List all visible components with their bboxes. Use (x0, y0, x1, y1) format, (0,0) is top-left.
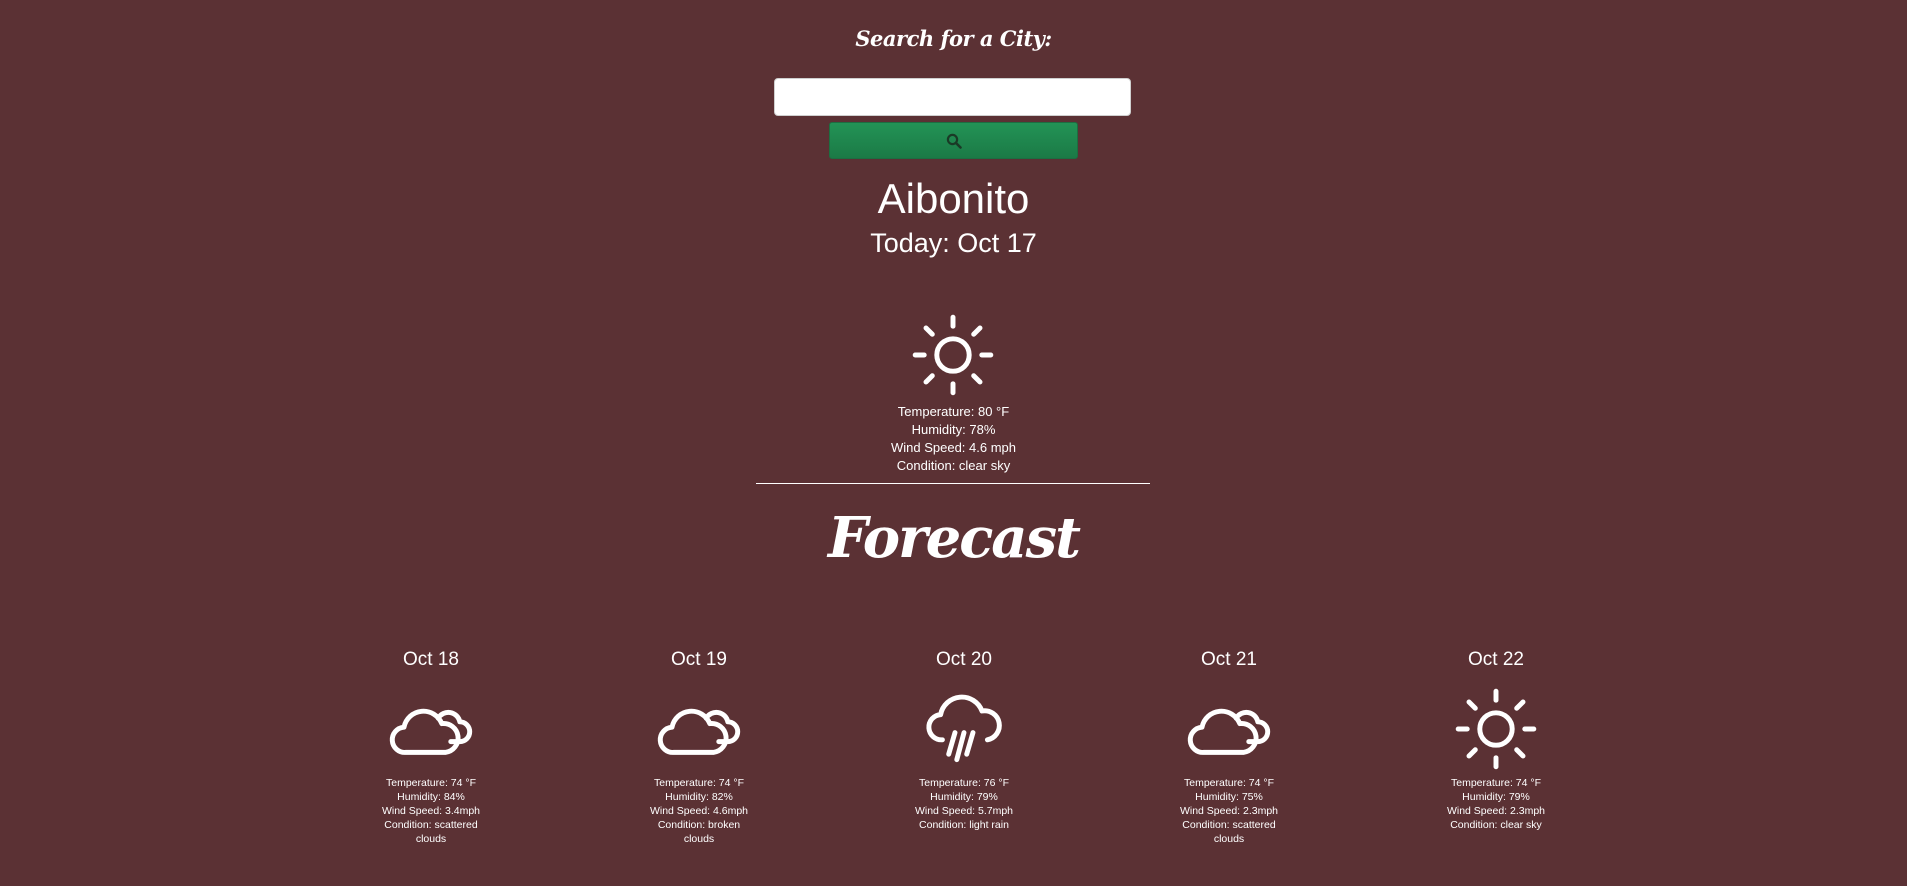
forecast-condition: Condition: broken clouds (657, 819, 741, 845)
forecast-wind-speed: Wind Speed: 2.3mph (1179, 805, 1279, 817)
search-input[interactable] (774, 78, 1131, 116)
current-condition: Condition: clear sky (896, 458, 1011, 473)
search-heading: Search for a City: (855, 26, 1052, 51)
forecast-humidity: Humidity: 82% (665, 791, 733, 803)
sun-icon (1455, 688, 1537, 770)
search-icon (946, 133, 962, 149)
forecast-condition: Condition: light rain (919, 819, 1009, 831)
current-weather-details: Temperature: 80 °F Humidity: 78% Wind Sp… (0, 403, 1907, 475)
current-temperature: Temperature: 80 °F (897, 404, 1010, 419)
forecast-condition: Condition: scattered clouds (384, 819, 478, 845)
forecast-wind-speed: Wind Speed: 4.6mph (649, 805, 749, 817)
forecast-humidity: Humidity: 84% (397, 791, 465, 803)
city-name: Aibonito (877, 175, 1030, 222)
forecast-card: Oct 20 Temperature: 76 °F Humidity: 79% … (914, 648, 1014, 832)
forecast-date: Oct 19 (671, 649, 727, 670)
forecast-condition: Condition: scattered clouds (1182, 819, 1276, 845)
cloud-icon (389, 708, 473, 755)
forecast-temperature: Temperature: 74 °F (386, 777, 476, 789)
current-humidity: Humidity: 78% (911, 422, 996, 437)
forecast-heading: Forecast (828, 505, 1081, 571)
forecast-temperature: Temperature: 74 °F (1184, 777, 1274, 789)
rain-icon (926, 694, 1002, 763)
forecast-date: Oct 21 (1201, 649, 1257, 670)
forecast-temperature: Temperature: 74 °F (1451, 777, 1541, 789)
forecast-humidity: Humidity: 79% (930, 791, 998, 803)
forecast-details: Temperature: 74 °F Humidity: 75% Wind Sp… (1179, 776, 1279, 846)
divider (756, 483, 1150, 484)
forecast-details: Temperature: 74 °F Humidity: 79% Wind Sp… (1446, 776, 1546, 832)
forecast-wind-speed: Wind Speed: 5.7mph (914, 805, 1014, 817)
forecast-humidity: Humidity: 79% (1462, 791, 1530, 803)
forecast-temperature: Temperature: 74 °F (654, 777, 744, 789)
forecast-card: Oct 21 Temperature: 74 °F Humidity: 75% … (1179, 648, 1279, 846)
forecast-details: Temperature: 74 °F Humidity: 84% Wind Sp… (381, 776, 481, 846)
forecast-condition: Condition: clear sky (1450, 819, 1542, 831)
forecast-details: Temperature: 76 °F Humidity: 79% Wind Sp… (914, 776, 1014, 832)
today-date: Today: Oct 17 (870, 228, 1037, 258)
forecast-date: Oct 18 (403, 649, 459, 670)
forecast-card: Oct 22 Temperature: 74 °F Humidity: 79% … (1446, 648, 1546, 832)
sun-icon (912, 314, 994, 396)
forecast-wind-speed: Wind Speed: 2.3mph (1446, 805, 1546, 817)
cloud-icon (1187, 708, 1271, 755)
search-button[interactable] (829, 122, 1078, 159)
forecast-temperature: Temperature: 76 °F (919, 777, 1009, 789)
forecast-wind-speed: Wind Speed: 3.4mph (381, 805, 481, 817)
cloud-icon (657, 708, 741, 755)
forecast-details: Temperature: 74 °F Humidity: 82% Wind Sp… (649, 776, 749, 846)
forecast-date: Oct 20 (936, 649, 992, 670)
forecast-card: Oct 19 Temperature: 74 °F Humidity: 82% … (649, 648, 749, 846)
forecast-card: Oct 18 Temperature: 74 °F Humidity: 84% … (381, 648, 481, 846)
forecast-humidity: Humidity: 75% (1195, 791, 1263, 803)
current-wind-speed: Wind Speed: 4.6 mph (890, 440, 1017, 455)
forecast-date: Oct 22 (1468, 649, 1524, 670)
